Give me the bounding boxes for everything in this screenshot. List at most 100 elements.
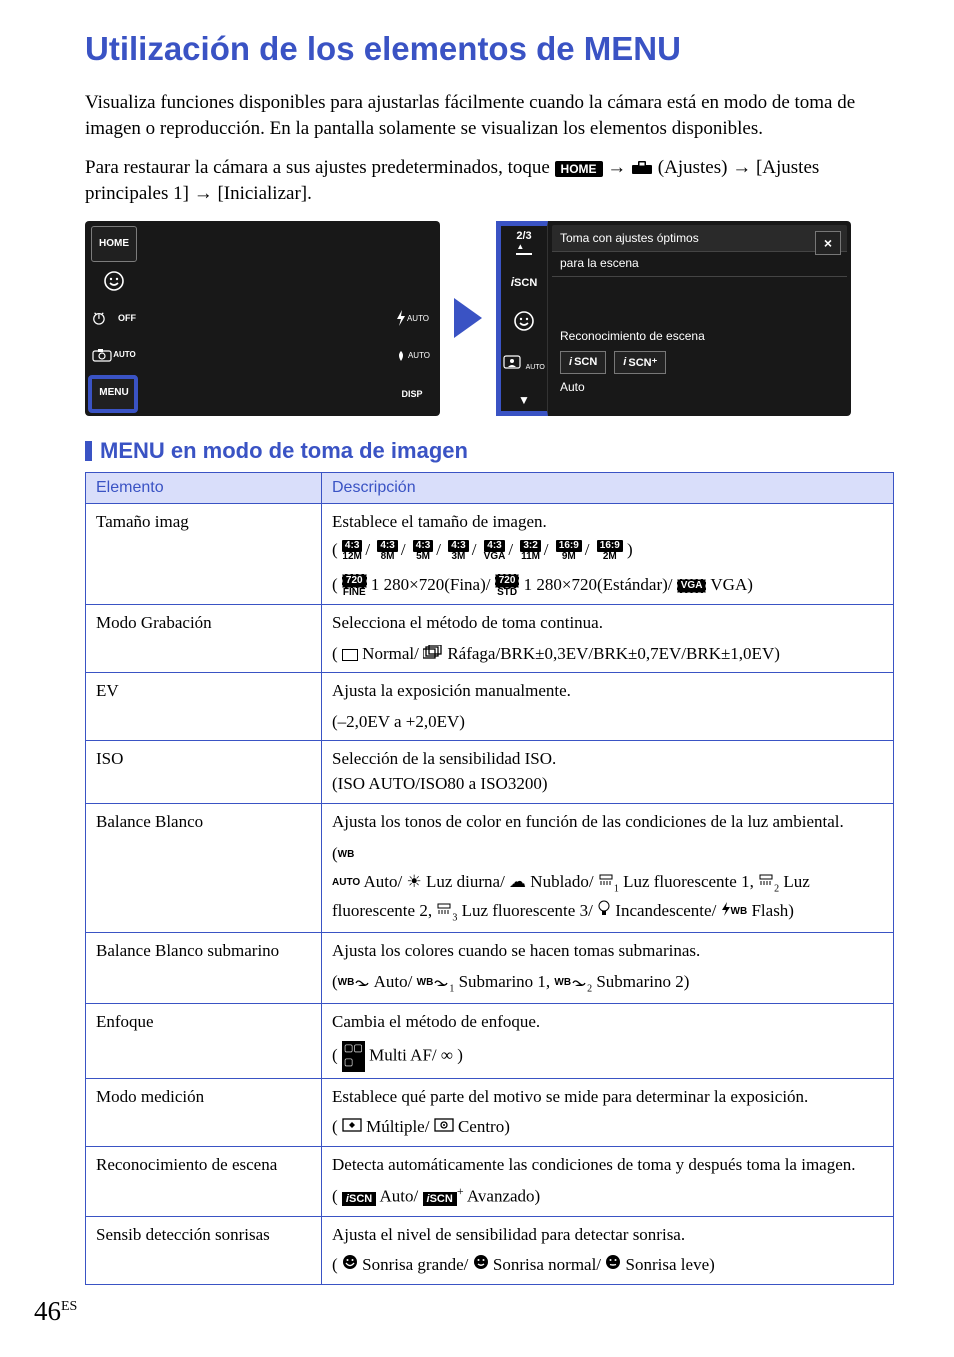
blank-cell [391, 263, 433, 297]
iscn-icon: iSCN [342, 1192, 376, 1206]
text: Avanzado) [467, 1187, 540, 1206]
heading-bar-icon [85, 441, 92, 461]
option-title: Toma con ajustes óptimos [552, 225, 847, 252]
iscn-plus-icon: iSCN [423, 1192, 457, 1206]
text: Luz diurna/ [422, 872, 505, 891]
desc-line: Selecciona el método de toma continua. [332, 611, 883, 636]
video-fine-badge: 720FINE [342, 574, 367, 598]
arrow-icon: → [732, 157, 751, 178]
auto-label: AUTO [113, 350, 136, 359]
macro-auto-label: AUTO [408, 351, 430, 360]
scene-recognition-label: Reconocimiento de escena [552, 327, 847, 345]
underwater-wb-icon: WB2 [554, 972, 592, 991]
multi-metering-icon [342, 1117, 362, 1136]
row-description: Establece qué parte del motivo se mide p… [322, 1078, 894, 1146]
row-description: Ajusta el nivel de sensibilidad para det… [322, 1216, 894, 1284]
scn-plus-button[interactable]: iSCN⁺ [614, 351, 666, 374]
table-row: Modo Grabación Selecciona el método de t… [86, 604, 894, 672]
table-row: EV Ajusta la exposición manualmente. (–2… [86, 673, 894, 741]
page-number: 46ES [34, 1296, 77, 1327]
video-vga-badge: VGA [677, 579, 707, 593]
text: Luz fluorescente 1, [619, 872, 758, 891]
disp-button[interactable]: DISP [391, 377, 433, 411]
table-row: Tamaño imag Establece el tamaño de image… [86, 503, 894, 604]
toolbox-icon [631, 159, 653, 179]
text: Flash) [747, 901, 794, 920]
smile-slight-icon [605, 1255, 621, 1274]
text: 1 280×720(Estándar)/ [524, 575, 673, 594]
underwater-wb-icon: WB1 [417, 972, 455, 991]
single-shot-icon [342, 649, 358, 661]
scn-button[interactable]: iSCN [560, 351, 606, 374]
smile-icon[interactable] [92, 264, 136, 298]
section-heading: MENU en modo de toma de imagen [85, 438, 894, 464]
fluorescent-icon: 2 [758, 872, 779, 891]
desc-line: Detecta automáticamente las condiciones … [332, 1153, 883, 1178]
text: Múltiple/ [366, 1117, 429, 1136]
row-element: Enfoque [86, 1003, 322, 1078]
intro-paragraph-1: Visualiza funciones disponibles para aju… [85, 90, 894, 141]
home-badge-icon: HOME [555, 161, 603, 177]
close-button[interactable]: × [815, 231, 841, 255]
ratio-badge: 3:211M [520, 540, 540, 562]
desc-line: Ajusta los tonos de color en función de … [332, 810, 883, 835]
text: Incandescente/ [611, 901, 716, 920]
row-description: Selección de la sensibilidad ISO. (ISO A… [322, 741, 894, 803]
ratio-badge: 4:3VGA [484, 540, 506, 562]
macro-auto-icon[interactable]: AUTO [391, 339, 433, 373]
row-description: Cambia el método de enfoque. ( ▢▢▢ Multi… [322, 1003, 894, 1078]
incandescent-icon [597, 901, 611, 920]
menu-highlight-box [88, 375, 138, 413]
page-indicator[interactable]: 2/3 ▲ [516, 230, 531, 255]
text: 1 280×720(Fina)/ [371, 575, 491, 594]
page-num-value: 46 [34, 1296, 61, 1326]
burst-icon [423, 644, 443, 663]
ratio-badge: 4:35M [413, 540, 433, 562]
row-description: Establece el tamaño de imagen. ( 4:312M/… [322, 503, 894, 604]
wb-auto-icon: WBAUTO [332, 849, 360, 887]
face-auto-icon[interactable]: AUTO [503, 355, 545, 374]
desc-line: Establece qué parte del motivo se mide p… [332, 1085, 883, 1110]
table-row: ISO Selección de la sensibilidad ISO. (I… [86, 741, 894, 803]
ratio-badge: 4:38M [377, 540, 397, 562]
table-row: Reconocimiento de escena Detecta automát… [86, 1146, 894, 1216]
ratio-badge: 16:92M [597, 540, 623, 562]
intro-text-b: (Ajustes) [658, 157, 732, 178]
page-indicator-text: 2/3 [516, 230, 531, 242]
heading-text: MENU en modo de toma de imagen [100, 438, 468, 463]
text: Centro) [458, 1117, 510, 1136]
page-title: Utilización de los elementos de MENU [85, 30, 894, 68]
scn-label: SCN [514, 277, 537, 289]
table-row: Sensib detección sonrisas Ajusta el nive… [86, 1216, 894, 1284]
timer-off-icon[interactable]: OFF [92, 301, 136, 335]
down-arrow-button[interactable]: ▼ [518, 393, 530, 407]
camera-auto-icon[interactable]: AUTO [92, 338, 136, 372]
smile-icon[interactable] [513, 310, 535, 337]
blank-cell [391, 226, 433, 260]
video-std-badge: 720STD [495, 574, 520, 598]
intro-text-d: [Inicializar]. [217, 183, 311, 204]
home-button[interactable]: HOME [91, 226, 137, 262]
text: Multi AF/ [369, 1045, 437, 1064]
row-description: Ajusta los colores cuando se hacen tomas… [322, 933, 894, 1004]
arrow-icon: → [194, 183, 213, 204]
off-label: OFF [118, 313, 136, 323]
text: Sonrisa normal/ [493, 1255, 601, 1274]
table-row: Balance Blanco Ajusta los tonos de color… [86, 803, 894, 933]
text: Normal/ [362, 644, 419, 663]
camera-screen-before: HOME OFF AUTO MENU AUTO [85, 221, 440, 416]
text: Auto/ [363, 872, 402, 891]
row-element: Balance Blanco [86, 803, 322, 933]
scn-icon[interactable]: iSCN [511, 273, 538, 291]
sun-icon: ☀ [406, 872, 421, 891]
text: Auto/ [380, 1187, 419, 1206]
row-element: ISO [86, 741, 322, 803]
table-row: Modo medición Establece qué parte del mo… [86, 1078, 894, 1146]
flash-auto-icon[interactable]: AUTO [391, 301, 433, 335]
col-header-element: Elemento [86, 472, 322, 503]
desc-line: Ajusta la exposición manualmente. [332, 679, 883, 704]
text: Submarino 1, [459, 972, 555, 991]
multi-af-icon: ▢▢▢ [342, 1041, 365, 1072]
arrow-icon: → [607, 157, 626, 178]
row-description: Ajusta los tonos de color en función de … [322, 803, 894, 933]
